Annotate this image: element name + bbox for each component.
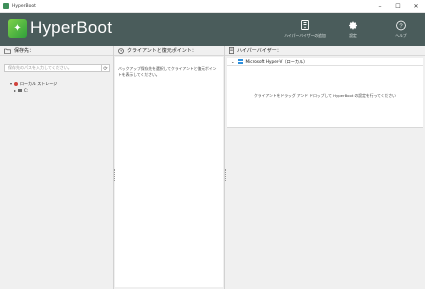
gear-icon [348, 20, 358, 30]
hypervisor-title: ハイパーバイザー： [237, 48, 282, 54]
destination-header: 保存先： [0, 46, 113, 56]
windows-icon [237, 59, 243, 64]
hypervisor-header: ハイパーバイザー： [225, 46, 425, 56]
destination-title: 保存先： [14, 48, 35, 54]
folder-icon [4, 48, 11, 54]
chevron-down-icon[interactable]: ⌄ [231, 59, 235, 64]
storage-tree: ▾ ローカル ストレージ ▸ C: [10, 80, 57, 94]
brand-name: HyperBoot [30, 18, 113, 37]
server-icon [229, 47, 234, 54]
storage-icon [14, 81, 19, 86]
help-label: ヘルプ [395, 33, 407, 38]
search-placeholder: 保存先のパスを入力してください。 [8, 65, 72, 70]
title-bar: HyperBoot – ☐ ✕ [0, 0, 425, 13]
expand-icon[interactable]: ▾ [10, 81, 12, 86]
collapse-icon[interactable]: ▸ [14, 88, 16, 93]
clients-title: クライアントと復元ポイント： [127, 48, 197, 54]
drive-icon [18, 89, 23, 92]
add-hypervisor-button[interactable]: ハイパーバイザーの追加 [281, 13, 329, 46]
app-icon [3, 3, 9, 9]
close-button[interactable]: ✕ [407, 0, 425, 13]
tree-item-local-storage[interactable]: ▾ ローカル ストレージ [10, 80, 57, 87]
clients-hint: バックアップ保存先を選択してクライアントと復元ポイントを表示してください。 [118, 66, 217, 77]
refresh-icon[interactable]: ⟳ [101, 65, 109, 72]
minimize-button[interactable]: – [371, 0, 389, 13]
main-panes: 保存先： 保存先のパスを入力してください。 ⟳ ▾ ローカル ストレージ ▸ C… [0, 46, 425, 289]
tree-item-label: ローカル ストレージ [20, 80, 58, 86]
client-drop-zone[interactable]: クライアントをドラッグ アンド ドロップして HyperBoot の設定を行って… [227, 66, 423, 128]
clients-header: クライアントと復元ポイント： [114, 46, 224, 56]
tree-item-drive-c[interactable]: ▸ C: [14, 87, 57, 94]
splitter-handle[interactable] [114, 169, 116, 181]
svg-text:?: ? [399, 23, 403, 29]
add-hypervisor-label: ハイパーバイザーの追加 [284, 33, 326, 38]
window-title: HyperBoot [12, 3, 36, 9]
drop-hint: クライアントをドラッグ アンド ドロップして HyperBoot の設定を行って… [254, 93, 396, 98]
destination-search-input[interactable]: 保存先のパスを入力してください。 ⟳ [4, 64, 110, 72]
help-icon: ? [396, 20, 406, 30]
app-header: ✦ HyperBoot ハイパーバイザーの追加 設定 ? ヘルプ [0, 13, 425, 46]
hyperboot-logo-icon: ✦ [8, 19, 27, 38]
clients-list[interactable] [115, 57, 223, 287]
device-icon [300, 20, 310, 30]
window-controls: – ☐ ✕ [371, 0, 425, 13]
settings-button[interactable]: 設定 [329, 13, 377, 46]
hypervisor-pane: ハイパーバイザー： ⌄ Microsoft Hyper-V（ローカル） クライア… [225, 46, 425, 289]
maximize-button[interactable]: ☐ [389, 0, 407, 13]
tree-item-label: C: [24, 88, 29, 93]
hypervisor-name: Microsoft Hyper-V（ローカル） [245, 58, 308, 64]
settings-label: 設定 [349, 33, 357, 38]
clock-icon [118, 47, 124, 54]
splitter-handle[interactable] [225, 169, 227, 181]
clients-pane: クライアントと復元ポイント： バックアップ保存先を選択してクライアントと復元ポイ… [114, 46, 225, 289]
toolbar: ハイパーバイザーの追加 設定 ? ヘルプ [281, 13, 425, 46]
hypervisor-group-header[interactable]: ⌄ Microsoft Hyper-V（ローカル） [227, 58, 423, 66]
destination-pane: 保存先： 保存先のパスを入力してください。 ⟳ ▾ ローカル ストレージ ▸ C… [0, 46, 114, 289]
help-button[interactable]: ? ヘルプ [377, 13, 425, 46]
